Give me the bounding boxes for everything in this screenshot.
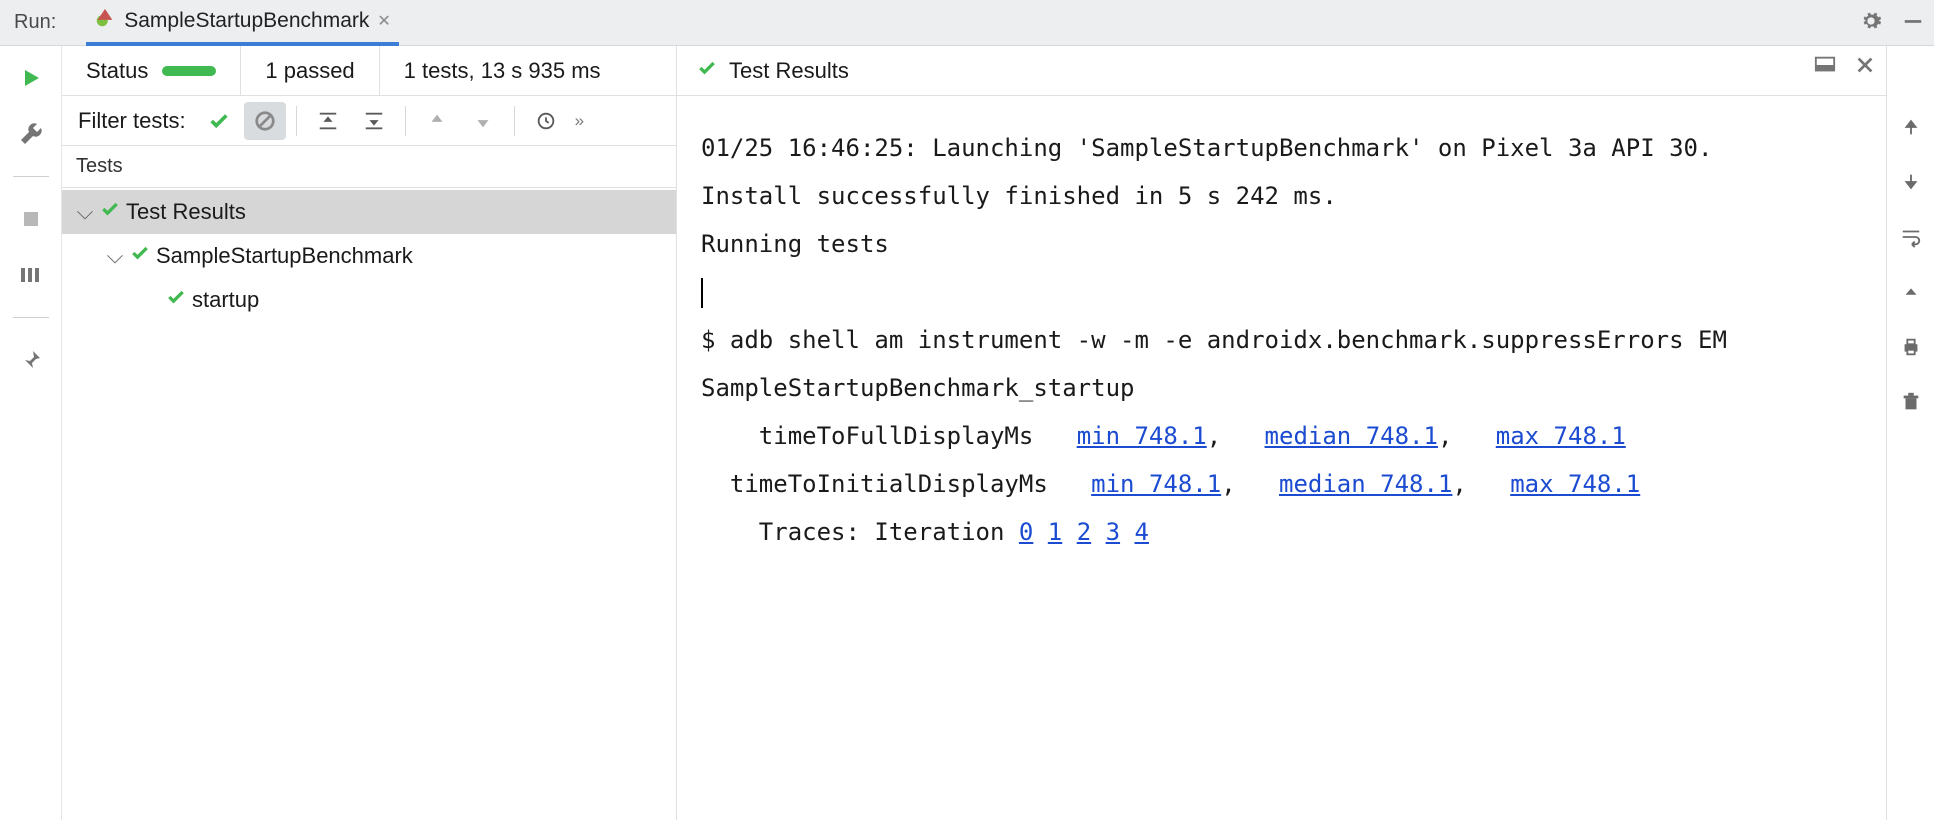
run-icon[interactable] bbox=[17, 64, 45, 92]
separator bbox=[514, 106, 515, 136]
next-failed-icon[interactable] bbox=[462, 102, 504, 140]
filter-label: Filter tests: bbox=[78, 108, 186, 134]
tree-root[interactable]: ⌵ Test Results bbox=[62, 190, 676, 234]
console-line: SampleStartupBenchmark_startup bbox=[701, 374, 1134, 402]
trace-link[interactable]: 2 bbox=[1077, 518, 1091, 546]
output-header: Test Results bbox=[677, 46, 1886, 96]
close-icon[interactable]: ✕ bbox=[377, 11, 390, 31]
collapse-all-icon[interactable] bbox=[353, 102, 395, 140]
stop-icon[interactable] bbox=[17, 205, 45, 233]
test-summary: 1 tests, 13 s 935 ms bbox=[404, 58, 601, 84]
prev-failed-icon[interactable] bbox=[416, 102, 458, 140]
output-title: Test Results bbox=[729, 58, 849, 84]
progress-bar bbox=[162, 66, 216, 76]
passed-count: 1 passed bbox=[265, 58, 354, 84]
titlebar: Run: SampleStartupBenchmark ✕ bbox=[0, 0, 1934, 46]
separator bbox=[296, 106, 297, 136]
console[interactable]: 01/25 16:46:25: Launching 'SampleStartup… bbox=[677, 96, 1886, 820]
wrench-icon[interactable] bbox=[17, 120, 45, 148]
tree-root-label: Test Results bbox=[126, 199, 246, 225]
pass-icon bbox=[166, 287, 186, 313]
show-passed-icon[interactable] bbox=[198, 102, 240, 140]
more-icon[interactable]: » bbox=[575, 111, 584, 131]
metric-label: timeToInitialDisplayMs bbox=[701, 470, 1091, 498]
soft-wrap-icon[interactable] bbox=[1900, 226, 1922, 253]
console-line: $ adb shell am instrument -w -m -e andro… bbox=[701, 326, 1727, 354]
text-cursor bbox=[701, 278, 703, 308]
metric-median-link[interactable]: median 748.1 bbox=[1265, 422, 1438, 450]
pin-icon[interactable] bbox=[17, 346, 45, 374]
metric-min-link[interactable]: min 748.1 bbox=[1091, 470, 1221, 498]
scroll-down-icon[interactable] bbox=[1900, 171, 1922, 198]
close-icon[interactable] bbox=[1854, 54, 1876, 82]
metric-label: timeToFullDisplayMs bbox=[701, 422, 1077, 450]
tests-header: Tests bbox=[62, 146, 676, 188]
trace-link[interactable]: 1 bbox=[1048, 518, 1062, 546]
status-label: Status bbox=[86, 58, 148, 84]
left-toolbar bbox=[0, 46, 62, 820]
test-tree: ⌵ Test Results ⌵ SampleStartupBenchmark … bbox=[62, 188, 676, 820]
pass-icon bbox=[100, 199, 120, 225]
chevron-down-icon: ⌵ bbox=[106, 243, 124, 269]
trash-icon[interactable] bbox=[1900, 391, 1922, 418]
trace-link[interactable]: 4 bbox=[1135, 518, 1149, 546]
trace-link[interactable]: 3 bbox=[1106, 518, 1120, 546]
history-icon[interactable] bbox=[525, 102, 567, 140]
filter-row: Filter tests: » bbox=[62, 96, 676, 146]
android-test-icon bbox=[94, 7, 116, 34]
test-pane: Status 1 passed 1 tests, 13 s 935 ms Fil… bbox=[62, 46, 677, 820]
metric-max-link[interactable]: max 748.1 bbox=[1510, 470, 1640, 498]
dual-view-icon[interactable] bbox=[1814, 54, 1836, 82]
chevron-down-icon: ⌵ bbox=[76, 199, 94, 225]
scroll-up-icon[interactable] bbox=[1900, 116, 1922, 143]
console-line: Install successfully finished in 5 s 242… bbox=[701, 182, 1337, 210]
metric-median-link[interactable]: median 748.1 bbox=[1279, 470, 1452, 498]
metric-min-link[interactable]: min 748.1 bbox=[1077, 422, 1207, 450]
console-line: 01/25 16:46:25: Launching 'SampleStartup… bbox=[701, 134, 1712, 162]
run-config-tab[interactable]: SampleStartupBenchmark ✕ bbox=[86, 0, 399, 46]
tree-suite-label: SampleStartupBenchmark bbox=[156, 243, 413, 269]
tree-test[interactable]: startup bbox=[62, 278, 676, 322]
minimize-icon[interactable] bbox=[1902, 10, 1924, 37]
pass-icon bbox=[130, 243, 150, 269]
tree-test-label: startup bbox=[192, 287, 259, 313]
output-pane: Test Results 01/25 16:46:25: Launching '… bbox=[677, 46, 1886, 820]
divider bbox=[13, 317, 49, 318]
traces-label: Traces: Iteration bbox=[701, 518, 1019, 546]
status-row: Status 1 passed 1 tests, 13 s 935 ms bbox=[62, 46, 676, 96]
trace-link[interactable]: 0 bbox=[1019, 518, 1033, 546]
scroll-to-end-icon[interactable] bbox=[1900, 281, 1922, 308]
run-label: Run: bbox=[14, 11, 56, 34]
expand-all-icon[interactable] bbox=[307, 102, 349, 140]
metric-max-link[interactable]: max 748.1 bbox=[1496, 422, 1626, 450]
gear-icon[interactable] bbox=[1860, 10, 1882, 37]
divider bbox=[13, 176, 49, 177]
console-toolbar bbox=[1886, 46, 1934, 820]
show-ignored-icon[interactable] bbox=[244, 102, 286, 140]
tree-suite[interactable]: ⌵ SampleStartupBenchmark bbox=[62, 234, 676, 278]
tab-label: SampleStartupBenchmark bbox=[124, 9, 369, 33]
console-line: Running tests bbox=[701, 230, 889, 258]
print-icon[interactable] bbox=[1900, 336, 1922, 363]
separator bbox=[405, 106, 406, 136]
pass-icon bbox=[697, 58, 717, 84]
layout-icon[interactable] bbox=[17, 261, 45, 289]
